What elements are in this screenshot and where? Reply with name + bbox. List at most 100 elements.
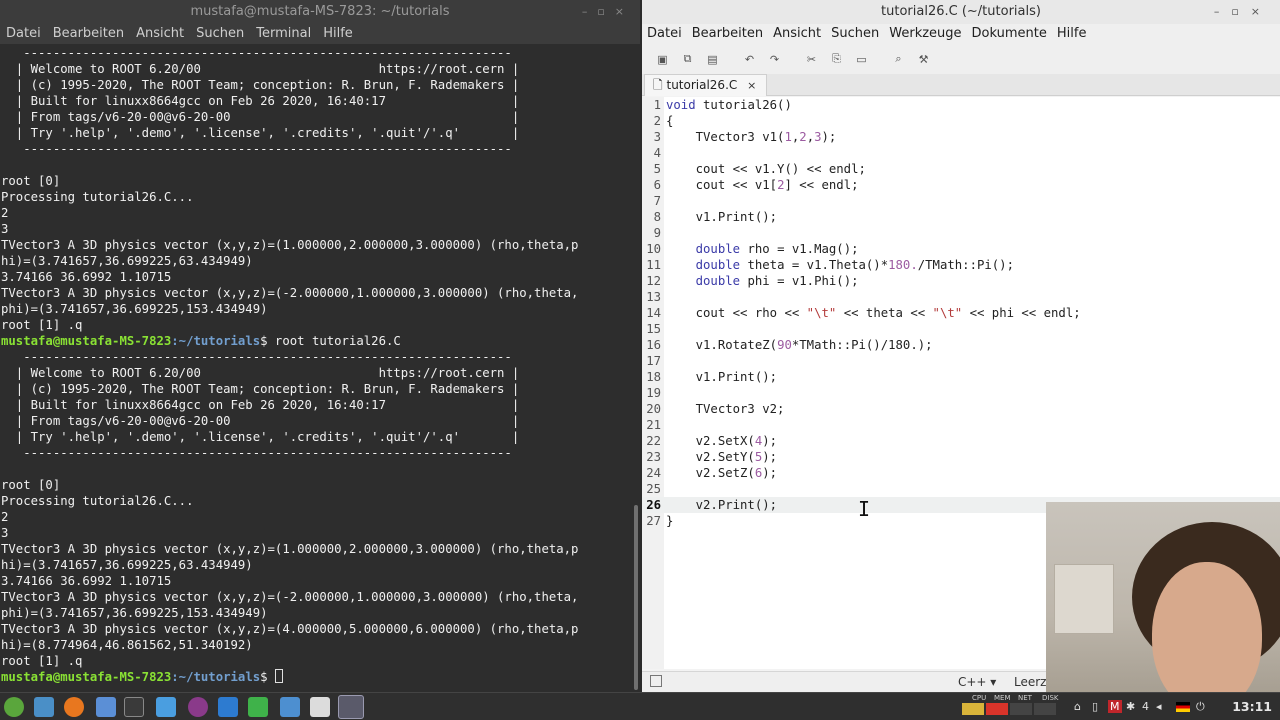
network-icon[interactable]: ⌂: [1074, 700, 1081, 713]
vlc-icon[interactable]: [188, 697, 208, 717]
cut-icon[interactable]: ✂: [799, 48, 824, 70]
terminal-scrollbar[interactable]: [632, 45, 640, 692]
code-line[interactable]: 10 double rho = v1.Mag();: [642, 241, 1280, 257]
menu-ansicht[interactable]: Ansicht: [768, 24, 826, 44]
code-line[interactable]: 15: [642, 321, 1280, 337]
editor-titlebar[interactable]: tutorial26.C (~/tutorials) –▫×: [642, 0, 1280, 24]
mail-indicator-icon[interactable]: M: [1108, 700, 1122, 713]
code-line[interactable]: 1 void tutorial26(): [642, 97, 1280, 113]
workspace-count[interactable]: 4: [1142, 700, 1149, 713]
code-line[interactable]: 22 v2.SetX(4);: [642, 433, 1280, 449]
code-line[interactable]: 18 v1.Print();: [642, 369, 1280, 385]
tab-tutorial26[interactable]: 🗋 tutorial26.C ×: [644, 74, 768, 96]
code-line[interactable]: 23 v2.SetY(5);: [642, 449, 1280, 465]
code-line[interactable]: 8 v1.Print();: [642, 209, 1280, 225]
window-controls[interactable]: –▫×: [1214, 0, 1272, 24]
writer-icon[interactable]: [218, 697, 238, 717]
maximize-icon[interactable]: ▫: [1231, 5, 1250, 18]
mail-icon[interactable]: [96, 697, 116, 717]
code-line[interactable]: 17: [642, 353, 1280, 369]
code-line[interactable]: 2{: [642, 113, 1280, 129]
code-line[interactable]: 12 double phi = v1.Phi();: [642, 273, 1280, 289]
mem-graph[interactable]: [986, 703, 1008, 715]
menu-datei[interactable]: Datei: [0, 24, 47, 44]
menu-suchen[interactable]: Suchen: [826, 24, 884, 44]
terminal-titlebar[interactable]: mustafa@mustafa-MS-7823: ~/tutorials –▫×: [0, 0, 640, 24]
code-line[interactable]: 14 cout << rho << "\t" << theta << "\t" …: [642, 305, 1280, 321]
menu-datei[interactable]: Datei: [642, 24, 687, 44]
code-line[interactable]: 5 cout << v1.Y() << endl;: [642, 161, 1280, 177]
close-icon[interactable]: ×: [1251, 5, 1272, 18]
copy-icon[interactable]: ⎘: [824, 48, 849, 70]
code-line[interactable]: 25: [642, 481, 1280, 497]
code-line[interactable]: 13: [642, 289, 1280, 305]
cpu-monitor-label: CPU: [972, 694, 987, 702]
code-line[interactable]: 19: [642, 385, 1280, 401]
keyboard-layout-icon[interactable]: [1176, 702, 1190, 712]
code-line[interactable]: 4: [642, 145, 1280, 161]
menu-terminal[interactable]: Terminal: [250, 24, 317, 44]
menu-hilfe[interactable]: Hilfe: [317, 24, 359, 44]
code-line[interactable]: 7: [642, 193, 1280, 209]
new-window-icon[interactable]: ⧉: [675, 48, 700, 70]
minimize-icon[interactable]: –: [1214, 5, 1232, 18]
menu-werkzeuge[interactable]: Werkzeuge: [884, 24, 966, 44]
settings-icon[interactable]: [310, 697, 330, 717]
bluetooth-icon[interactable]: ✱: [1126, 700, 1135, 713]
menu-hilfe[interactable]: Hilfe: [1052, 24, 1092, 44]
camera-icon[interactable]: [280, 697, 300, 717]
net-graph[interactable]: [1010, 703, 1032, 715]
menu-bearbeiten[interactable]: Bearbeiten: [687, 24, 768, 44]
terminal-window[interactable]: mustafa@mustafa-MS-7823: ~/tutorials –▫×…: [0, 0, 640, 692]
code-line[interactable]: 16 v1.RotateZ(90*TMath::Pi()/180.);: [642, 337, 1280, 353]
prompt-user: mustafa@mustafa-MS-7823: [1, 670, 172, 684]
paste-icon[interactable]: ▭: [849, 48, 874, 70]
window-controls[interactable]: –▫×: [582, 0, 634, 24]
line-number: 16: [646, 338, 661, 352]
redo-icon[interactable]: ↷: [762, 48, 787, 70]
terminal-launcher-icon[interactable]: [124, 697, 144, 717]
code-line[interactable]: 24 v2.SetZ(6);: [642, 465, 1280, 481]
files-icon[interactable]: [156, 697, 176, 717]
terminal-line: phi)=(3.741657,36.699225,153.434949): [1, 606, 268, 620]
language-selector[interactable]: C++ ▾: [958, 675, 996, 689]
volume-icon[interactable]: ◂: [1156, 700, 1162, 713]
firefox-icon[interactable]: [64, 697, 84, 717]
calc-icon[interactable]: [248, 697, 268, 717]
replace-icon[interactable]: ⚒: [911, 48, 936, 70]
close-icon[interactable]: ×: [747, 79, 756, 92]
code-line[interactable]: 9: [642, 225, 1280, 241]
power-icon[interactable]: ⏻: [1196, 700, 1205, 714]
save-icon[interactable]: ▤: [700, 48, 725, 70]
editor-task-icon[interactable]: [338, 695, 364, 719]
clipboard-icon[interactable]: ▯: [1092, 700, 1098, 713]
terminal-output[interactable]: ----------------------------------------…: [0, 45, 632, 692]
menu-launcher-icon[interactable]: [4, 697, 24, 717]
menu-dokumente[interactable]: Dokumente: [967, 24, 1052, 44]
terminal-line: phi)=(3.741657,36.699225,153.434949): [1, 302, 268, 316]
menu-ansicht[interactable]: Ansicht: [130, 24, 190, 44]
code-line[interactable]: 3 TVector3 v1(1,2,3);: [642, 129, 1280, 145]
code-line[interactable]: 21: [642, 417, 1280, 433]
undo-icon[interactable]: ↶: [737, 48, 762, 70]
disk-graph[interactable]: [1034, 703, 1056, 715]
menu-bearbeiten[interactable]: Bearbeiten: [47, 24, 130, 44]
line-number: 13: [646, 290, 661, 304]
minimize-icon[interactable]: –: [582, 5, 598, 18]
line-number: 15: [646, 322, 661, 336]
menu-suchen[interactable]: Suchen: [190, 24, 250, 44]
code-line[interactable]: 6 cout << v1[2] << endl;: [642, 177, 1280, 193]
show-desktop-icon[interactable]: [34, 697, 54, 717]
code-line[interactable]: 11 double theta = v1.Theta()*180./TMath:…: [642, 257, 1280, 273]
sidebar-toggle-icon[interactable]: [650, 675, 662, 687]
person-face: [1152, 562, 1262, 692]
maximize-icon[interactable]: ▫: [597, 5, 614, 18]
search-icon[interactable]: ⌕: [886, 48, 911, 70]
code-text: void tutorial26(): [666, 98, 792, 112]
scrollbar-thumb[interactable]: [634, 505, 638, 690]
code-line[interactable]: 20 TVector3 v2;: [642, 401, 1280, 417]
close-icon[interactable]: ×: [615, 5, 634, 18]
clock[interactable]: 13:11: [1232, 699, 1272, 714]
new-file-icon[interactable]: ▣: [650, 48, 675, 70]
cpu-graph[interactable]: [962, 703, 984, 715]
